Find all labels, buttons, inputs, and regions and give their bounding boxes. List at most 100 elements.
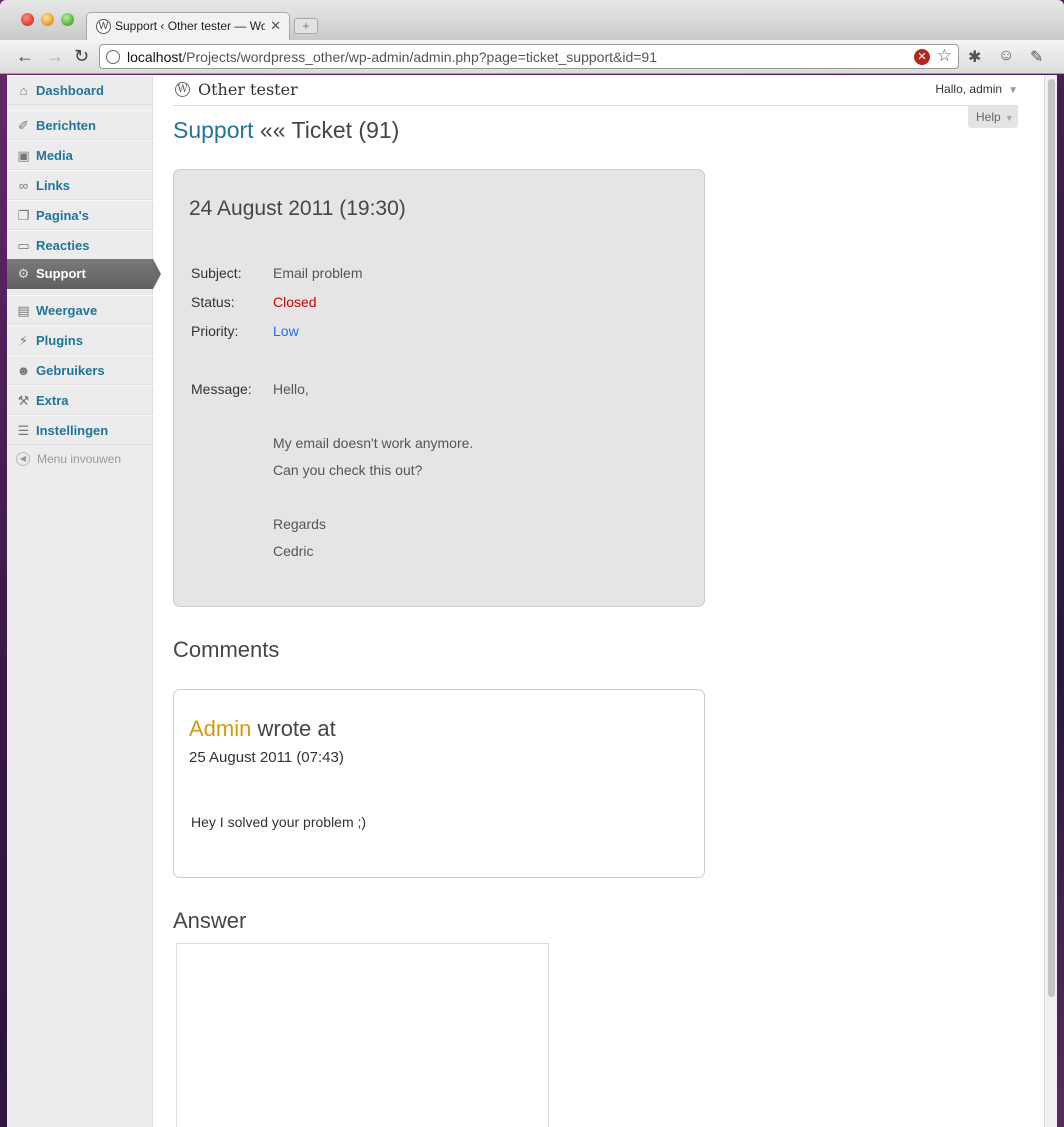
pages-icon: ❐: [17, 208, 30, 223]
browser-titlebar: W Support ‹ Other tester — WordPress ✕ +: [0, 0, 1064, 40]
address-bar[interactable]: localhost/Projects/wordpress_other/wp-ad…: [99, 44, 959, 69]
globe-icon: [106, 50, 120, 64]
collapse-menu-label: Menu invouwen: [37, 452, 122, 466]
vertical-scrollbar[interactable]: [1044, 75, 1057, 1127]
howdy-text: Hallo, admin: [935, 82, 1003, 96]
forward-arrow-icon[interactable]: →: [46, 46, 64, 67]
sidebar-item-instellingen[interactable]: ☰ Instellingen: [7, 415, 153, 445]
url-text[interactable]: localhost/Projects/wordpress_other/wp-ad…: [127, 49, 657, 65]
subject-value: Email problem: [273, 265, 363, 281]
settings-icon: ☰: [17, 423, 30, 438]
sidebar-item-label: Support: [36, 266, 86, 281]
sidebar-item-plugins[interactable]: ⚡ Plugins: [7, 325, 153, 355]
sidebar-item-label: Reacties: [36, 238, 90, 253]
sidebar-item-links[interactable]: ∞ Links: [7, 170, 153, 200]
comments-heading: Comments: [173, 637, 280, 662]
chevron-down-icon: ▼: [1004, 113, 1014, 123]
message-line: My email doesn't work anymore.: [273, 435, 474, 451]
tools-icon: ⚒: [17, 393, 30, 408]
wordpress-favicon-icon: W: [96, 19, 111, 34]
wrench-icon[interactable]: ✎: [1030, 47, 1043, 67]
sidebar-item-label: Dashboard: [36, 83, 104, 98]
message-line: Cedric: [273, 543, 314, 559]
collapse-arrow-icon: ◀: [16, 452, 30, 466]
url-path: /Projects/wordpress_other/wp-admin/admin…: [182, 49, 657, 65]
sidebar-item-berichten[interactable]: ✐ Berichten: [7, 110, 153, 140]
sidebar-item-reacties[interactable]: ▭ Reacties: [7, 230, 153, 260]
comment-text: Hey I solved your problem ;): [191, 814, 367, 830]
title-ticket: Ticket (91): [291, 117, 400, 143]
sidebar-item-media[interactable]: ▣ Media: [7, 140, 153, 170]
url-host: localhost: [127, 49, 183, 65]
sidebar-item-label: Media: [36, 148, 73, 163]
collapse-menu-button[interactable]: ◀ Menu invouwen: [7, 447, 153, 471]
comment-header: Admin wrote at: [189, 716, 336, 742]
gear-icon: ⚙: [17, 266, 30, 281]
sidebar-item-label: Extra: [36, 393, 69, 408]
admin-sidebar: ⌂ Dashboard ✐ Berichten ▣ Media ∞ Links …: [7, 75, 161, 1127]
help-button[interactable]: Help ▼: [968, 106, 1018, 128]
chevron-down-icon: ▼: [1008, 85, 1018, 96]
reload-icon[interactable]: ↻: [74, 46, 89, 67]
link-icon: ∞: [18, 178, 29, 193]
sidebar-item-support[interactable]: ⚙ Support: [7, 259, 161, 289]
tab-close-icon[interactable]: ✕: [270, 18, 281, 34]
support-link[interactable]: Support: [173, 117, 254, 143]
scrollbar-thumb[interactable]: [1048, 79, 1055, 997]
title-separator: ««: [259, 117, 286, 143]
sidebar-item-label: Berichten: [36, 118, 96, 133]
sidebar-item-paginas[interactable]: ❐ Pagina's: [7, 200, 153, 230]
sidebar-item-label: Links: [36, 178, 70, 193]
site-name[interactable]: Other tester: [198, 80, 298, 99]
sidebar-item-label: Instellingen: [36, 423, 109, 438]
sidebar-item-dashboard[interactable]: ⌂ Dashboard: [7, 75, 153, 105]
sidebar-item-weergave[interactable]: ▤ Weergave: [7, 295, 153, 325]
pin-icon: ✐: [18, 118, 29, 133]
comments-icon: ▭: [17, 238, 30, 253]
comment-author: Admin: [189, 716, 252, 741]
comment-item: Admin wrote at 25 August 2011 (07:43) He…: [173, 689, 705, 878]
message-line: Can you check this out?: [273, 462, 423, 478]
help-label: Help: [976, 110, 1001, 124]
home-icon: ⌂: [19, 83, 28, 98]
page-content: ⌂ Dashboard ✐ Berichten ▣ Media ∞ Links …: [7, 75, 1057, 1127]
comment-date: 25 August 2011 (07:43): [189, 749, 344, 766]
sidebar-item-label: Plugins: [36, 333, 83, 348]
bookmark-star-icon[interactable]: ☆: [937, 46, 952, 66]
status-value: Closed: [273, 294, 317, 310]
sidebar-item-extra[interactable]: ⚒ Extra: [7, 385, 153, 415]
sidebar-item-gebruikers[interactable]: ☻ Gebruikers: [7, 355, 153, 385]
subject-label: Subject:: [191, 265, 242, 281]
plugin-icon: ⚡: [18, 333, 29, 348]
browser-toolbar: ← → ↻ localhost/Projects/wordpress_other…: [0, 40, 1064, 74]
page-title: Support «« Ticket (91): [173, 117, 399, 144]
bug-extension-icon[interactable]: ✱: [968, 47, 981, 67]
close-window-button[interactable]: [21, 13, 34, 26]
user-menu[interactable]: Hallo, admin ▼: [935, 82, 1018, 96]
admin-header: W Other tester Hallo, admin ▼: [173, 75, 1018, 106]
tab-title: Support ‹ Other tester — WordPress: [115, 19, 265, 33]
minimize-window-button[interactable]: [41, 13, 54, 26]
block-icon[interactable]: ✕: [914, 49, 930, 65]
active-indicator-arrow: [153, 259, 161, 289]
message-line: Regards: [273, 516, 326, 532]
zoom-window-button[interactable]: [61, 13, 74, 26]
answer-textarea[interactable]: [176, 943, 549, 1127]
message-line: Hello,: [273, 381, 309, 397]
sidebar-item-label: Pagina's: [36, 208, 89, 223]
priority-value: Low: [273, 323, 299, 339]
comment-wrote: wrote at: [257, 716, 336, 741]
back-arrow-icon[interactable]: ←: [16, 46, 34, 67]
ticket-date: 24 August 2011 (19:30): [189, 197, 406, 220]
new-tab-button[interactable]: +: [294, 18, 318, 34]
ticket-details-box: 24 August 2011 (19:30) Subject: Email pr…: [173, 169, 705, 607]
browser-tab[interactable]: W Support ‹ Other tester — WordPress ✕: [86, 12, 290, 40]
users-icon: ☻: [16, 363, 31, 378]
browser-window: W Support ‹ Other tester — WordPress ✕ +…: [0, 0, 1064, 1127]
face-extension-icon[interactable]: ☺: [998, 47, 1014, 65]
answer-heading: Answer: [173, 908, 247, 933]
status-label: Status:: [191, 294, 235, 310]
wordpress-logo-icon: W: [175, 82, 190, 97]
sidebar-item-label: Weergave: [36, 303, 98, 318]
appearance-icon: ▤: [17, 303, 30, 318]
